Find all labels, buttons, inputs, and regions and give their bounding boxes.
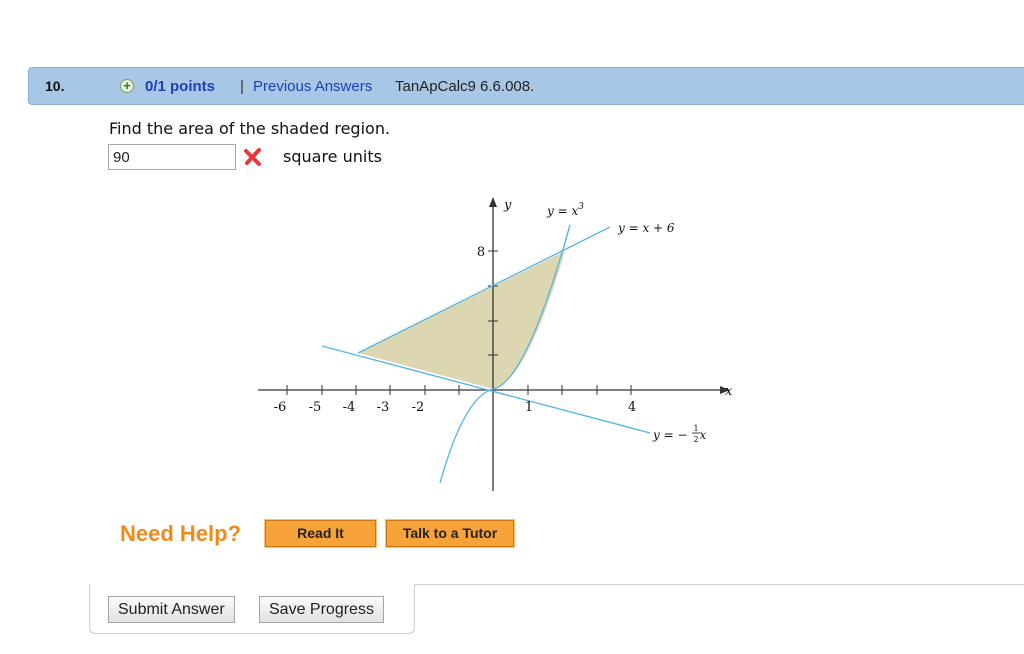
question-number: 10. [45,78,65,94]
question-header: 10. + 0/1 points | Previous Answers TanA… [28,67,1024,105]
save-progress-button[interactable]: Save Progress [259,596,384,623]
need-help-label: Need Help? [120,521,242,546]
area-graph: y x -6 -5 -4 -3 -2 1 4 8 y = x3 y = x + … [258,197,733,491]
x-tick-label: -6 [274,400,287,415]
answer-input[interactable] [108,144,236,170]
x-tick-label: 1 [525,400,533,415]
question-prompt: Find the area of the shaded region. [109,119,391,138]
incorrect-x-icon [244,148,261,166]
y-axis-label: y [503,198,512,213]
previous-answers-link[interactable]: Previous Answers [253,78,372,95]
read-it-button[interactable]: Read It [264,519,377,548]
question-code: TanApCalc9 6.6.008. [395,78,535,95]
x-tick-label: 4 [628,400,636,415]
units-label: square units [283,147,382,166]
svg-text:2: 2 [693,435,698,444]
x-tick-label: -2 [412,400,425,415]
x-tick-label: -3 [377,400,390,415]
expand-plus-icon[interactable]: + [120,79,134,93]
section-divider [415,584,1024,585]
submit-answer-button[interactable]: Submit Answer [108,596,235,623]
x-tick-label: -5 [309,400,322,415]
line-label-x-plus-6: y = x + 6 [617,221,675,235]
x-tick-label: -4 [343,400,356,415]
header-separator: | [240,78,244,95]
cubic-curve-label: y = x3 [546,202,584,218]
shaded-region [358,251,565,389]
points-link[interactable]: 0/1 points [145,78,215,95]
x-axis-label: x [725,384,733,399]
y-tick-label: 8 [477,245,485,260]
svg-text:1: 1 [693,424,698,433]
talk-to-tutor-button[interactable]: Talk to a Tutor [385,519,515,548]
